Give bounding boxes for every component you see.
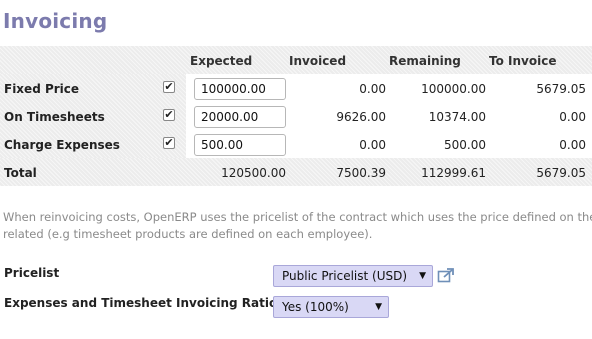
fixed-price-expected-input[interactable] xyxy=(194,78,286,100)
table-row-charge-expenses: Charge Expenses ✔ 0.00 500.00 0.00 xyxy=(0,130,592,158)
total-invoiced: 7500.39 xyxy=(336,166,386,180)
help-note-line-1: When reinvoicing costs, OpenERP uses the… xyxy=(3,210,592,224)
charge-expenses-to-invoice: 0.00 xyxy=(559,138,586,152)
charge-expenses-expected-input[interactable] xyxy=(194,134,286,156)
row-label: On Timesheets xyxy=(4,110,105,124)
on-timesheets-to-invoice: 0.00 xyxy=(559,110,586,124)
on-timesheets-expected-input[interactable] xyxy=(194,106,286,128)
header-expected: Expected xyxy=(190,54,253,68)
header-invoiced: Invoiced xyxy=(289,54,347,68)
invoicing-table: Expected Invoiced Remaining To Invoice F… xyxy=(0,46,592,186)
row-label: Fixed Price xyxy=(4,82,80,96)
on-timesheets-invoiced: 9626.00 xyxy=(336,110,386,124)
invoicing-ratio-select[interactable]: Yes (100%) ▼ xyxy=(273,296,389,318)
charge-expenses-checkbox[interactable]: ✔ xyxy=(163,137,175,149)
table-row-fixed-price: Fixed Price ✔ 0.00 100000.00 5679.05 xyxy=(0,74,592,102)
on-timesheets-checkbox[interactable]: ✔ xyxy=(163,109,175,121)
chevron-down-icon: ▼ xyxy=(375,302,382,312)
total-remaining: 112999.61 xyxy=(421,166,486,180)
table-header: Expected Invoiced Remaining To Invoice xyxy=(0,46,592,74)
external-link-icon[interactable] xyxy=(437,267,455,283)
charge-expenses-invoiced: 0.00 xyxy=(359,138,386,152)
total-to-invoice: 5679.05 xyxy=(536,166,586,180)
chevron-down-icon: ▼ xyxy=(419,271,426,281)
pricelist-select[interactable]: Public Pricelist (USD) ▼ xyxy=(273,265,433,287)
help-note: When reinvoicing costs, OpenERP uses the… xyxy=(3,209,592,243)
help-note-line-2: related (e.g timesheet products are defi… xyxy=(3,227,373,241)
header-remaining: Remaining xyxy=(389,54,461,68)
total-label: Total xyxy=(4,166,37,180)
total-expected: 120500.00 xyxy=(221,166,286,180)
table-row-on-timesheets: On Timesheets ✔ 9626.00 10374.00 0.00 xyxy=(0,102,592,130)
pricelist-label: Pricelist xyxy=(4,266,60,280)
invoicing-ratio-value: Yes (100%) xyxy=(282,300,349,314)
table-total-row: Total 120500.00 7500.39 112999.61 5679.0… xyxy=(0,158,592,186)
page-title: Invoicing xyxy=(3,9,108,33)
on-timesheets-remaining: 10374.00 xyxy=(428,110,486,124)
pricelist-value: Public Pricelist (USD) xyxy=(282,269,408,283)
fixed-price-remaining: 100000.00 xyxy=(421,82,486,96)
invoicing-ratio-label: Expenses and Timesheet Invoicing Ratio xyxy=(4,296,278,310)
row-label: Charge Expenses xyxy=(4,138,120,152)
header-to-invoice: To Invoice xyxy=(489,54,557,68)
fixed-price-invoiced: 0.00 xyxy=(359,82,386,96)
charge-expenses-remaining: 500.00 xyxy=(444,138,486,152)
fixed-price-to-invoice: 5679.05 xyxy=(536,82,586,96)
fixed-price-checkbox[interactable]: ✔ xyxy=(163,81,175,93)
